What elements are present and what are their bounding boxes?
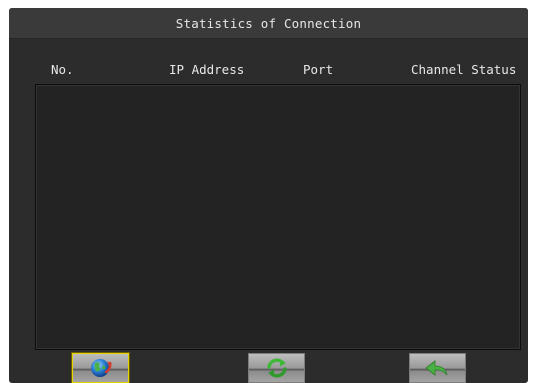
connection-list[interactable] <box>35 84 521 350</box>
back-button[interactable] <box>409 353 466 383</box>
globe-icon <box>90 359 112 377</box>
column-header-channel-status: Channel Status <box>411 62 517 77</box>
column-header-no: No. <box>51 62 74 77</box>
column-header-port: Port <box>303 62 334 77</box>
back-arrow-icon <box>424 360 447 376</box>
column-header-ip-address: IP Address <box>169 62 245 77</box>
refresh-button[interactable] <box>248 353 305 383</box>
refresh-icon <box>266 358 287 378</box>
connection-statistics-dialog: Statistics of Connection No. IP Address … <box>9 8 528 383</box>
globe-button[interactable] <box>72 353 129 383</box>
dialog-title: Statistics of Connection <box>175 15 362 31</box>
title-bar: Statistics of Connection <box>9 8 528 39</box>
